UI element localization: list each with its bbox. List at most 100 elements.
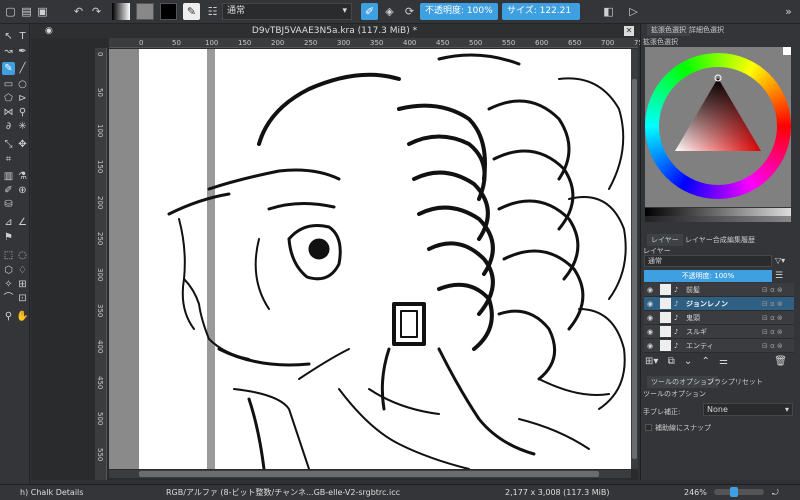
save-document-icon[interactable]: ▣: [34, 3, 51, 20]
reload-preset-icon[interactable]: ⟳: [401, 3, 418, 20]
lock-icon[interactable]: ⊟ α ⊗: [762, 311, 783, 325]
bezier-select-icon[interactable]: ⌒: [2, 292, 15, 305]
multibrush-icon[interactable]: ✳: [16, 120, 29, 133]
layer-settings-icon[interactable]: ⚌: [719, 356, 728, 367]
vertical-ruler[interactable]: 0 50 100 150 200 250 300 350 400 450 500 550: [95, 48, 107, 480]
ellipse-select-icon[interactable]: ◌: [16, 249, 29, 262]
document-tab[interactable]: ◉ D9vTBJ5VAAE3N5a.kra (117.3 MiB) * ✕: [31, 24, 638, 38]
tab-layers[interactable]: レイヤー: [647, 234, 683, 246]
smart-patch-icon[interactable]: ⊕: [16, 184, 29, 197]
redo-icon[interactable]: ↷: [88, 3, 105, 20]
layer-opacity-slider[interactable]: 不透明度: 100%: [644, 270, 772, 282]
move-down-icon[interactable]: ⌄: [684, 356, 692, 367]
horizontal-ruler[interactable]: 0 50 100 150 200 250 300 350 400 450 500 550 600 650 7…: [109, 38, 647, 48]
polygon-tool-icon[interactable]: ⬠: [2, 92, 15, 105]
color-selector-area[interactable]: [645, 47, 791, 207]
calligraphy-icon[interactable]: ✒: [16, 45, 29, 58]
similar-select-icon[interactable]: ⊞: [16, 278, 29, 291]
freehand-path-icon[interactable]: ⚲: [16, 106, 29, 119]
select-shapes-icon[interactable]: ↖: [2, 30, 15, 43]
zoom-slider-handle[interactable]: [730, 487, 738, 497]
snap-checkbox[interactable]: [645, 424, 652, 431]
pattern-swatch[interactable]: [136, 3, 154, 20]
eye-icon[interactable]: ◉: [647, 283, 653, 297]
history-strip[interactable]: [645, 216, 791, 222]
preserve-alpha-icon[interactable]: ◈: [381, 3, 398, 20]
brush-preset-icon[interactable]: ✎: [183, 3, 200, 20]
mirror-horizontal-icon[interactable]: ◧: [600, 3, 617, 20]
transform-tool-icon[interactable]: ⤡: [2, 138, 15, 151]
value-strip[interactable]: [645, 208, 791, 216]
edit-shapes-icon[interactable]: ↝: [2, 45, 15, 58]
size-slider[interactable]: サイズ: 122.21 px: [502, 3, 580, 33]
bezier-tool-icon[interactable]: ⋈: [2, 106, 15, 119]
layer-row[interactable]: ◉ ♪ ジョンレノン ⊟ α ⊗: [644, 297, 794, 311]
lock-icon[interactable]: ⊟ α ⊗: [762, 325, 783, 339]
tab-advanced-color[interactable]: 拡張色選択: [647, 24, 690, 36]
opacity-slider[interactable]: 不透明度: 100%: [420, 3, 498, 20]
delete-layer-icon[interactable]: 🗑: [774, 356, 787, 367]
contiguous-select-icon[interactable]: ✧: [2, 278, 15, 291]
fill-tool-icon[interactable]: ⛁: [2, 198, 15, 211]
assistant-tool-icon[interactable]: ⊿: [2, 216, 15, 229]
new-document-icon[interactable]: ▢: [2, 3, 19, 20]
lock-icon[interactable]: ⊟ α ⊗: [762, 297, 783, 311]
zoom-tool-icon[interactable]: ⚲: [2, 310, 15, 323]
layer-properties-icon[interactable]: ☰: [775, 270, 789, 282]
close-icon[interactable]: ✕: [624, 26, 634, 36]
move-up-icon[interactable]: ⌃: [702, 356, 710, 367]
gradient-tool-icon[interactable]: ▥: [2, 170, 15, 183]
open-document-icon[interactable]: ▤: [18, 3, 35, 20]
layer-row[interactable]: ◉ ♪ 前髪 ⊟ α ⊗: [644, 283, 794, 297]
white-swatch[interactable]: [783, 47, 791, 55]
eraser-mode-icon[interactable]: ✐: [361, 3, 378, 20]
reference-tool-icon[interactable]: ⚑: [2, 231, 15, 244]
layer-row[interactable]: ◉ ♪ 鬼頭 ⊟ α ⊗: [644, 311, 794, 325]
smoothing-select[interactable]: None ▾: [703, 403, 793, 416]
layer-row[interactable]: ◉ ♪ エンティ ⊟ α ⊗: [644, 339, 794, 353]
duplicate-layer-icon[interactable]: ⧉: [668, 356, 675, 367]
polygon-select-icon[interactable]: ⬡: [2, 264, 15, 277]
eye-icon[interactable]: ◉: [647, 311, 653, 325]
measure-tool-icon[interactable]: ∠: [16, 216, 29, 229]
color-picker-icon[interactable]: ⚗: [16, 170, 29, 183]
ellipse-tool-icon[interactable]: ○: [16, 78, 29, 91]
polyline-tool-icon[interactable]: ⊳: [16, 92, 29, 105]
eye-icon[interactable]: ◉: [647, 325, 653, 339]
zoom-slider[interactable]: [714, 487, 764, 497]
pan-tool-icon[interactable]: ✋: [16, 310, 29, 323]
dynamic-brush-icon[interactable]: ∂: [2, 120, 15, 133]
brush-settings-icon[interactable]: ☷: [204, 3, 221, 20]
drawing-canvas[interactable]: [139, 49, 632, 471]
foreground-color-swatch[interactable]: [160, 3, 177, 20]
lock-icon[interactable]: ⊟ α ⊗: [762, 339, 783, 353]
rectangle-tool-icon[interactable]: ▭: [2, 78, 15, 91]
freehand-brush-icon[interactable]: ✎: [2, 62, 15, 75]
eye-icon[interactable]: ◉: [647, 339, 653, 353]
filter-icon[interactable]: ▽▾: [775, 255, 795, 267]
undo-icon[interactable]: ↶: [70, 3, 87, 20]
eye-icon[interactable]: ◉: [647, 297, 653, 311]
sv-triangle[interactable]: [645, 53, 791, 199]
line-tool-icon[interactable]: ╱: [16, 62, 29, 75]
rect-select-icon[interactable]: ⬚: [2, 249, 15, 262]
mirror-vertical-icon[interactable]: ▷: [625, 3, 642, 20]
overflow-menu-icon[interactable]: »: [780, 3, 797, 20]
tab-undo-history[interactable]: 編集履歴: [723, 234, 759, 246]
layer-row[interactable]: ◉ ♪ スルギ ⊟ α ⊗: [644, 325, 794, 339]
tab-brush-presets[interactable]: ブラシプリセット: [703, 376, 767, 388]
rotate-icon[interactable]: ⤾: [772, 485, 779, 500]
add-layer-icon[interactable]: ⊞▾: [645, 356, 658, 367]
tab-specific-color[interactable]: 詳細色選択: [685, 24, 728, 36]
text-tool-icon[interactable]: T: [16, 30, 29, 43]
layer-blend-select[interactable]: 通常: [644, 255, 772, 267]
lock-icon[interactable]: ⊟ α ⊗: [762, 283, 783, 297]
vertical-scrollbar-thumb[interactable]: [632, 79, 637, 459]
move-tool-icon[interactable]: ✥: [16, 138, 29, 151]
colorize-mask-icon[interactable]: ✐: [2, 184, 15, 197]
freehand-select-icon[interactable]: ♢: [16, 264, 29, 277]
crop-tool-icon[interactable]: ⌗: [2, 153, 15, 166]
blend-mode-select[interactable]: 通常 ▾: [222, 3, 352, 20]
horizontal-scrollbar-thumb[interactable]: [139, 471, 599, 477]
horizontal-scrollbar[interactable]: [109, 470, 631, 478]
